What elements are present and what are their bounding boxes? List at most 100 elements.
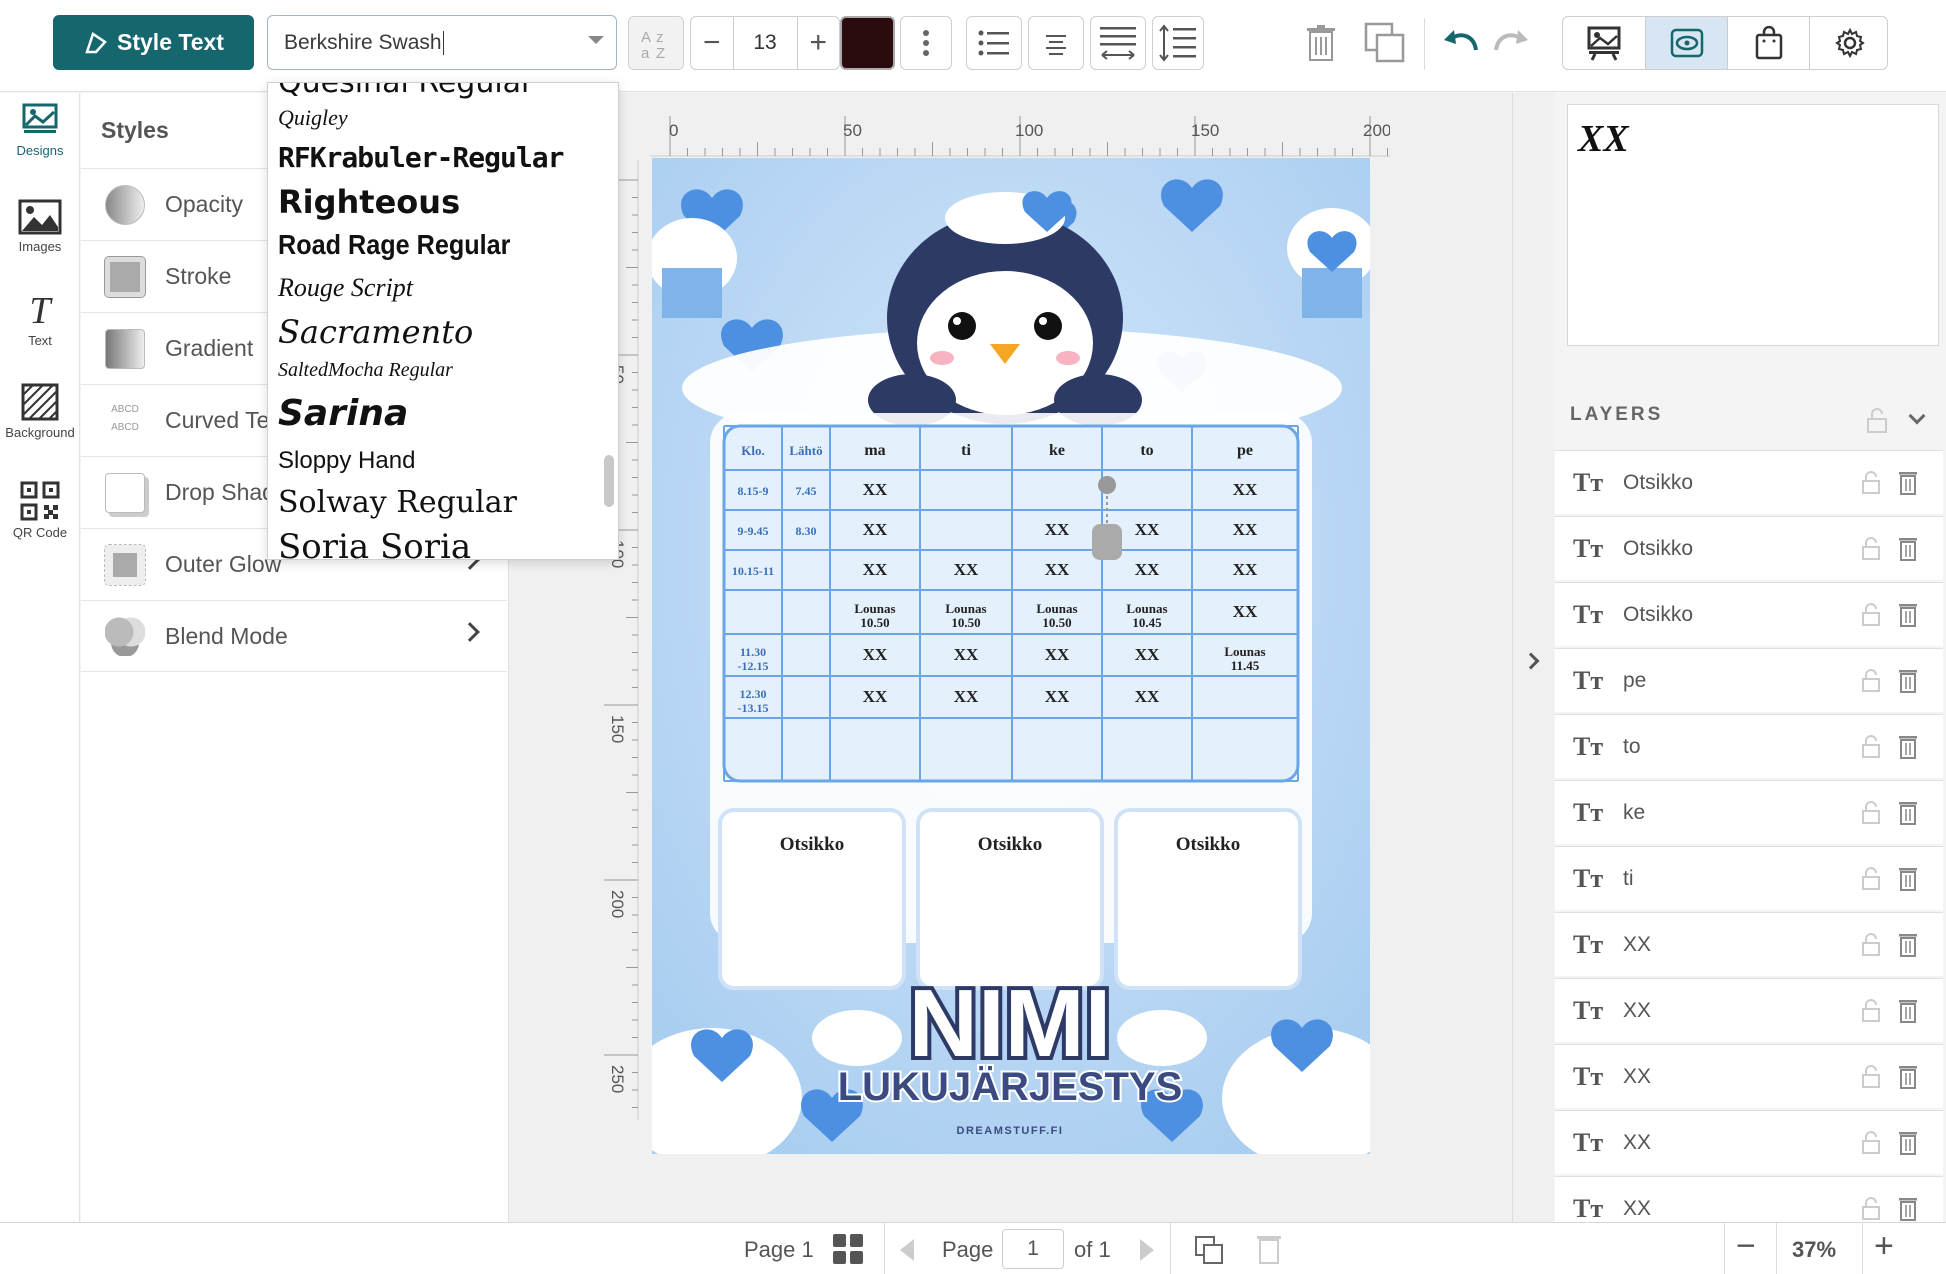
table-cell[interactable]: 10.50 bbox=[860, 615, 889, 630]
trash-icon[interactable] bbox=[1898, 734, 1918, 760]
layer-item[interactable]: Tт pe bbox=[1555, 648, 1943, 712]
table-cell[interactable]: XX bbox=[863, 480, 888, 499]
lock-icon[interactable] bbox=[1861, 999, 1881, 1023]
trash-icon[interactable] bbox=[1898, 932, 1918, 958]
table-header-cell[interactable]: ti bbox=[961, 442, 971, 459]
lock-icon[interactable] bbox=[1861, 801, 1881, 825]
rail-item-images[interactable]: Images bbox=[0, 199, 80, 254]
font-option[interactable]: SaltedMocha Regular bbox=[278, 359, 453, 382]
trash-icon[interactable] bbox=[1898, 998, 1918, 1024]
redo-icon[interactable] bbox=[1494, 28, 1530, 58]
table-cell[interactable]: XX bbox=[1233, 480, 1258, 499]
table-cell[interactable]: XX bbox=[1135, 520, 1160, 539]
font-option[interactable]: Sloppy Hand bbox=[278, 447, 415, 475]
subtitle[interactable]: LUKUJÄRJESTYS bbox=[836, 1063, 1185, 1111]
table-cell[interactable]: -13.15 bbox=[738, 701, 769, 715]
table-cell[interactable]: XX bbox=[863, 687, 888, 706]
lock-icon[interactable] bbox=[1861, 1065, 1881, 1089]
table-cell[interactable]: 7.45 bbox=[796, 484, 817, 498]
box-title[interactable]: Otsikko bbox=[978, 834, 1042, 855]
undo-icon[interactable] bbox=[1442, 28, 1478, 58]
layer-item[interactable]: Tт XX bbox=[1555, 1110, 1943, 1174]
layer-item[interactable]: Tт XX bbox=[1555, 978, 1943, 1042]
box-title[interactable]: Otsikko bbox=[1176, 834, 1240, 855]
table-cell[interactable]: 10.50 bbox=[1042, 615, 1071, 630]
table-cell[interactable]: 8.15-9 bbox=[738, 484, 769, 498]
trash-icon[interactable] bbox=[1898, 1130, 1918, 1156]
font-family-select[interactable]: Berkshire Swash bbox=[267, 15, 617, 70]
table-cell[interactable]: XX bbox=[1045, 687, 1070, 706]
font-option[interactable]: Quigley bbox=[278, 105, 348, 131]
shop-button[interactable] bbox=[1727, 17, 1809, 69]
name-title[interactable]: NIMI bbox=[905, 966, 1116, 1081]
table-cell[interactable]: XX bbox=[954, 560, 979, 579]
font-option[interactable]: Soria Soria bbox=[278, 527, 471, 559]
letter-spacing-button[interactable] bbox=[1090, 16, 1146, 70]
table-cell[interactable]: Lounas bbox=[1224, 644, 1265, 659]
table-header-cell[interactable]: to bbox=[1140, 442, 1153, 459]
table-cell[interactable]: Lounas bbox=[945, 601, 986, 616]
duplicate-icon[interactable] bbox=[1364, 22, 1406, 64]
trash-icon[interactable] bbox=[1898, 668, 1918, 694]
table-cell[interactable]: XX bbox=[863, 645, 888, 664]
rail-item-designs[interactable]: Designs bbox=[0, 103, 80, 158]
table-cell[interactable]: XX bbox=[1045, 645, 1070, 664]
lock-icon[interactable] bbox=[1861, 933, 1881, 957]
font-option[interactable]: Sarina bbox=[278, 393, 408, 434]
layer-item[interactable]: Tт Otsikko bbox=[1555, 516, 1943, 580]
table-cell[interactable]: XX bbox=[1233, 520, 1258, 539]
plus-icon[interactable]: + bbox=[809, 26, 827, 60]
trash-icon[interactable] bbox=[1306, 24, 1336, 62]
trash-icon[interactable] bbox=[1898, 536, 1918, 562]
next-page-icon[interactable] bbox=[1138, 1237, 1156, 1263]
lock-icon[interactable] bbox=[1861, 1197, 1881, 1221]
duplicate-page-icon[interactable] bbox=[1194, 1235, 1224, 1265]
table-cell[interactable]: XX bbox=[954, 687, 979, 706]
font-option[interactable]: Road Rage Regular bbox=[278, 229, 510, 261]
design-page[interactable]: Klo. Lähtö ma ti ke to pe 8.15-9 7.45 XX XX 9-9.45 8… bbox=[652, 158, 1370, 1154]
trash-icon[interactable] bbox=[1898, 1064, 1918, 1090]
table-cell[interactable]: XX bbox=[1233, 602, 1258, 621]
trash-icon[interactable] bbox=[1898, 602, 1918, 628]
table-cell[interactable]: XX bbox=[1045, 560, 1070, 579]
page-number-input[interactable]: 1 bbox=[1002, 1229, 1064, 1269]
table-cell[interactable]: XX bbox=[1233, 560, 1258, 579]
table-cell[interactable]: 8.30 bbox=[796, 524, 817, 538]
table-header-cell[interactable]: Klo. bbox=[741, 443, 764, 458]
layer-item[interactable]: Tт ke bbox=[1555, 780, 1943, 844]
trash-icon[interactable] bbox=[1898, 1196, 1918, 1222]
font-size-value[interactable]: 13 bbox=[753, 31, 776, 55]
layer-item[interactable]: Tт Otsikko bbox=[1555, 450, 1943, 514]
zoom-in-icon[interactable]: + bbox=[1874, 1227, 1894, 1266]
zoom-out-icon[interactable]: − bbox=[1736, 1227, 1756, 1266]
font-option[interactable]: Solway Regular bbox=[278, 485, 517, 520]
table-cell[interactable]: 9-9.45 bbox=[738, 524, 769, 538]
table-cell[interactable]: 11.45 bbox=[1231, 658, 1260, 673]
font-option[interactable]: Sacramento bbox=[278, 313, 473, 351]
line-height-button[interactable] bbox=[1152, 16, 1204, 70]
font-style-button[interactable]: AzaZ bbox=[628, 16, 684, 70]
previous-page-icon[interactable] bbox=[898, 1237, 916, 1263]
more-options-button[interactable] bbox=[900, 16, 952, 70]
list-button[interactable] bbox=[966, 16, 1022, 70]
table-cell[interactable]: Lounas bbox=[1126, 601, 1167, 616]
dropdown-scrollbar[interactable] bbox=[604, 455, 614, 507]
table-cell[interactable]: XX bbox=[863, 520, 888, 539]
minus-icon[interactable]: − bbox=[703, 26, 721, 60]
settings-button[interactable] bbox=[1809, 17, 1889, 69]
font-option[interactable]: Rouge Script bbox=[278, 273, 413, 303]
box-title[interactable]: Otsikko bbox=[780, 834, 844, 855]
table-cell[interactable]: 10.50 bbox=[951, 615, 980, 630]
lock-icon[interactable] bbox=[1861, 867, 1881, 891]
table-cell[interactable]: XX bbox=[1135, 645, 1160, 664]
table-cell[interactable]: 11.30 bbox=[740, 645, 766, 659]
rail-item-text[interactable]: T Text bbox=[0, 292, 80, 348]
lock-icon[interactable] bbox=[1861, 537, 1881, 561]
table-cell[interactable]: Lounas bbox=[1036, 601, 1077, 616]
table-cell[interactable]: XX bbox=[954, 645, 979, 664]
table-cell[interactable]: XX bbox=[1135, 560, 1160, 579]
table-header-cell[interactable]: Lähtö bbox=[789, 443, 822, 458]
text-align-button[interactable] bbox=[1028, 16, 1084, 70]
table-header-cell[interactable]: pe bbox=[1237, 442, 1253, 459]
style-text-button[interactable]: Style Text bbox=[53, 15, 254, 70]
